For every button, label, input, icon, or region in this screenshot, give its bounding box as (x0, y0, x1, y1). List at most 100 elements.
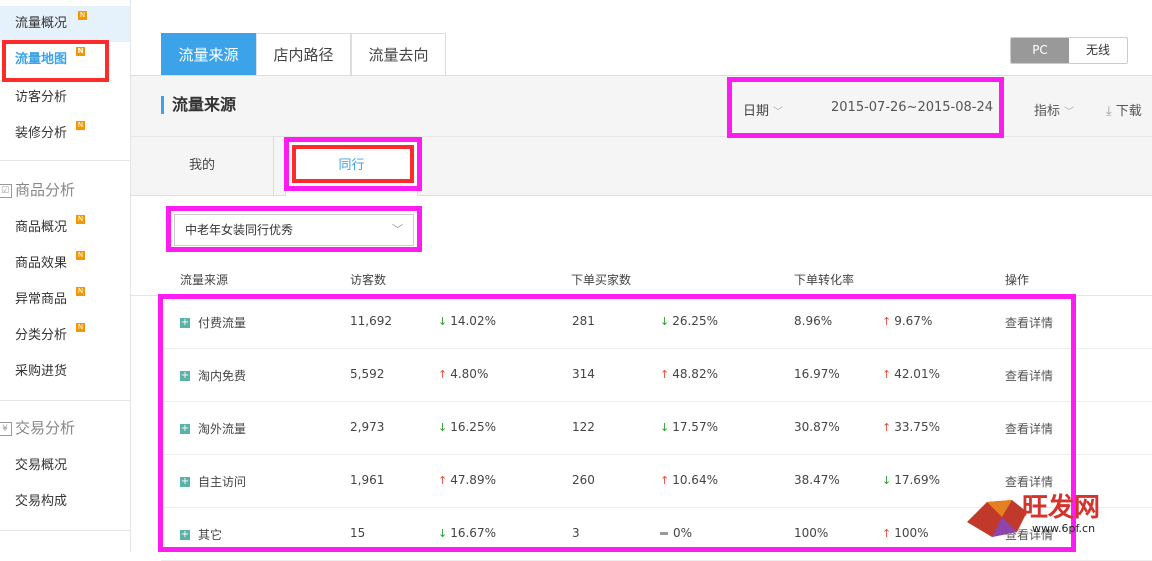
buyers-change-cell: ↓ 26.25% (660, 314, 718, 328)
tab-in-store-path[interactable]: 店内路径 (256, 33, 351, 75)
conversion-change-cell: ↑ 42.01% (882, 367, 940, 381)
peer-group-select[interactable]: 中老年女装同行优秀 ﹀ (174, 214, 414, 246)
sidebar-section-trade[interactable]: ¥ 交易分析 (0, 410, 130, 446)
sidebar-item-label: 采购进货 (15, 364, 68, 379)
change-value: 4.80% (450, 367, 489, 381)
change-value: 16.67% (450, 526, 496, 540)
change-value: 47.89% (450, 473, 496, 487)
new-badge: N (76, 121, 85, 130)
sidebar-item-goods-overview[interactable]: 商品概况 N (0, 210, 130, 246)
subtab-peer[interactable]: 同行 (285, 137, 418, 196)
sidebar-item-goods-effect[interactable]: 商品效果 N (0, 246, 130, 282)
section-title: 流量来源 (161, 96, 236, 114)
conversion-change-cell: ↑ 100% (882, 526, 929, 540)
wireless-toggle[interactable]: 无线 (1069, 38, 1127, 63)
change-value: 10.64% (672, 473, 718, 487)
visitors-change-cell: ↓ 16.67% (438, 526, 496, 540)
new-badge: N (78, 11, 87, 20)
source-cell[interactable]: + 淘内免费 (180, 367, 246, 384)
change-value: 14.02% (450, 314, 496, 328)
conversion-cell: 16.97% (794, 367, 840, 381)
visitors-cell: 11,692 (350, 314, 392, 328)
conversion-cell: 8.96% (794, 314, 833, 328)
date-range-value: 2015-07-26~2015-08-24 (831, 100, 993, 115)
change-value: 100% (894, 526, 929, 540)
watermark-text: 旺发网 (1022, 493, 1101, 523)
sidebar-item-label: 分类分析 (15, 328, 68, 343)
view-details-link[interactable]: 查看详情 (1005, 314, 1053, 331)
buyers-cell: 314 (572, 367, 595, 381)
arrow-up-icon: ↑ (660, 368, 670, 381)
source-label: 淘内免费 (198, 369, 247, 383)
arrow-down-icon: ↓ (438, 527, 448, 540)
change-value: 33.75% (894, 420, 940, 434)
sidebar-item-label: 交易概况 (15, 458, 68, 473)
download-button[interactable]: ⤓ 下载 (1106, 100, 1142, 119)
new-badge: N (76, 215, 85, 224)
divider (0, 530, 130, 531)
source-cell[interactable]: + 付费流量 (180, 314, 246, 331)
arrow-up-icon: ↑ (438, 474, 448, 487)
arrow-down-icon: ↓ (438, 421, 448, 434)
divider (0, 400, 130, 401)
section-header: 流量来源 日期 ﹀ 2015-07-26~2015-08-24 指标 ﹀ ⤓ 下载 (131, 75, 1152, 137)
table-row: + 淘内免费 5,592 ↑ 4.80% 314 ↑ 48.82% 16.97% ↑ 42.01% 查… (161, 348, 1152, 402)
change-value: 26.25% (672, 314, 718, 328)
tab-traffic-destination[interactable]: 流量去向 (351, 33, 446, 75)
new-badge: N (76, 287, 85, 296)
subtab-mine[interactable]: 我的 (131, 137, 274, 195)
change-value: 42.01% (894, 367, 940, 381)
change-value: 48.82% (672, 367, 718, 381)
buyers-change-cell: ↑ 48.82% (660, 367, 718, 381)
sidebar-item-label: 商品概况 (15, 220, 68, 235)
view-details-link[interactable]: 查看详情 (1005, 420, 1053, 437)
metric-dropdown[interactable]: 指标 ﹀ (1034, 100, 1074, 119)
chevron-down-icon: ﹀ (773, 107, 784, 118)
buyers-change-cell: ↑ 10.64% (660, 473, 718, 487)
sidebar-item-purchase[interactable]: 采购进货 (0, 354, 130, 390)
sidebar-item-trade-composition[interactable]: 交易构成 (0, 484, 130, 520)
conversion-cell: 38.47% (794, 473, 840, 487)
arrow-up-icon: ↑ (438, 368, 448, 381)
view-details-link[interactable]: 查看详情 (1005, 367, 1053, 384)
sidebar-item-abnormal-goods[interactable]: 异常商品 N (0, 282, 130, 318)
new-badge: N (76, 251, 85, 260)
visitors-cell: 15 (350, 526, 366, 540)
sidebar-item-visitor-analysis[interactable]: 访客分析 (0, 80, 130, 116)
new-badge: N (76, 323, 85, 332)
sidebar-item-decoration-analysis[interactable]: 装修分析 N (0, 116, 130, 152)
metric-label: 指标 (1034, 104, 1061, 119)
source-cell[interactable]: + 淘外流量 (180, 420, 246, 437)
sidebar-item-label: 流量概况 (15, 16, 68, 31)
arrow-up-icon: ↑ (882, 368, 892, 381)
download-label: 下载 (1115, 104, 1142, 119)
sidebar-item-traffic-overview[interactable]: 流量概况 N (0, 6, 130, 42)
expand-icon[interactable]: + (180, 423, 190, 434)
conversion-cell: 100% (794, 526, 829, 540)
tab-traffic-source[interactable]: 流量来源 (161, 33, 256, 75)
sidebar-section-goods[interactable]: ☑ 商品分析 (0, 172, 130, 208)
conversion-change-cell: ↓ 17.69% (882, 473, 940, 487)
sidebar-item-traffic-map[interactable]: 流量地图 N (0, 42, 130, 78)
conversion-cell: 30.87% (794, 420, 840, 434)
expand-icon[interactable]: + (180, 476, 190, 487)
sidebar-item-label: 商品效果 (15, 256, 68, 271)
pc-toggle[interactable]: PC (1011, 38, 1069, 63)
subtab-bar: 我的 同行 (131, 137, 1152, 196)
table-row: + 付费流量 11,692 ↓ 14.02% 281 ↓ 26.25% 8.96% ↑ 9.67% 查… (161, 295, 1152, 349)
visitors-change-cell: ↓ 14.02% (438, 314, 496, 328)
source-cell[interactable]: + 自主访问 (180, 473, 246, 490)
expand-icon[interactable]: + (180, 370, 190, 381)
sidebar-item-label: 交易构成 (15, 494, 68, 509)
sidebar-item-trade-overview[interactable]: 交易概况 (0, 448, 130, 484)
watermark-url: www.6pf.cn (1032, 522, 1096, 535)
expand-icon[interactable]: + (180, 317, 190, 328)
sidebar-item-category-analysis[interactable]: 分类分析 N (0, 318, 130, 354)
arrow-down-icon: ↓ (882, 474, 892, 487)
date-dropdown[interactable]: 日期 ﹀ (743, 100, 783, 119)
expand-icon[interactable]: + (180, 529, 190, 540)
sidebar-item-label: 装修分析 (15, 126, 68, 141)
source-cell[interactable]: + 其它 (180, 526, 222, 543)
source-label: 淘外流量 (198, 422, 247, 436)
source-label: 自主访问 (198, 475, 247, 489)
